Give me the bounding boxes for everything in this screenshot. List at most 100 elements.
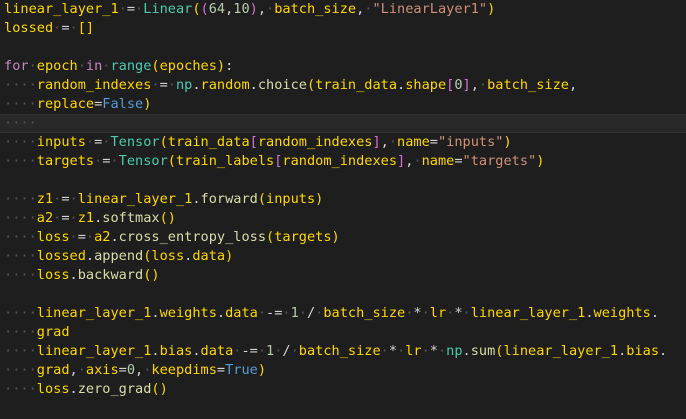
code-token: loss	[36, 229, 70, 245]
code-line[interactable]: ····a2·=·z1.softmax()	[0, 209, 686, 228]
code-line[interactable]: ····grad,·axis=0,·keepdims=True)	[0, 361, 686, 380]
code-token: :	[225, 58, 234, 74]
code-token: append	[94, 248, 144, 264]
code-line[interactable]: ····grad	[0, 323, 686, 342]
code-token: =	[429, 134, 438, 150]
code-token: ····	[4, 229, 37, 245]
code-token: .	[650, 305, 659, 321]
code-token: ,	[568, 77, 578, 93]
code-token: sum	[470, 343, 496, 359]
code-token: .	[69, 381, 78, 397]
code-token: ····	[4, 210, 37, 226]
code-token: .	[249, 77, 258, 93]
code-line[interactable]: ····linear_layer_1.bias.data·-=·1·/·batc…	[0, 342, 686, 361]
code-token: ····	[4, 77, 37, 93]
code-token: Tensor	[118, 153, 168, 169]
code-token: "LinearLayer1"	[372, 1, 488, 17]
code-token: 64	[208, 1, 226, 17]
code-token: )	[487, 1, 496, 17]
code-token: .	[192, 77, 201, 93]
code-line[interactable]: ····loss.zero_grad()	[0, 380, 686, 399]
code-token: batch_size	[323, 305, 406, 321]
code-token: .	[192, 191, 201, 207]
code-token: )	[257, 362, 266, 378]
code-token: ()	[143, 267, 160, 283]
code-line[interactable]	[0, 285, 686, 304]
code-line[interactable]: ····z1·=·linear_layer_1.forward(inputs)	[0, 190, 686, 209]
code-token: =	[118, 362, 127, 378]
code-token: 1	[266, 343, 275, 359]
code-token: ····	[4, 267, 37, 283]
code-token: ·	[28, 58, 37, 74]
code-token: ,·	[257, 1, 275, 17]
code-token: )	[249, 1, 258, 17]
code-token: ,·	[135, 362, 152, 378]
code-token: z1	[77, 210, 95, 226]
code-token: ·/·	[298, 305, 324, 321]
code-token: ·/·	[274, 343, 299, 359]
code-line[interactable]: ····inputs·=·Tensor(train_data[random_in…	[0, 133, 686, 152]
code-token: lr	[429, 305, 447, 321]
code-token: ·*·	[421, 343, 447, 359]
code-token: linear_layer_1	[4, 1, 119, 17]
code-token: name	[397, 134, 430, 150]
code-token: targets	[36, 153, 95, 169]
code-token: )	[315, 191, 324, 207]
code-token: ,·	[69, 362, 86, 378]
code-token: batch_size	[274, 1, 357, 17]
code-token: ·=·	[85, 134, 111, 150]
code-token: ····	[4, 96, 37, 112]
code-token: ····	[4, 134, 37, 150]
code-token: random_indexes	[257, 134, 373, 150]
code-line[interactable]: for·epoch·in·range(epoches):	[0, 57, 686, 76]
code-line[interactable]: ····linear_layer_1.weights.data·-=·1·/·b…	[0, 304, 686, 323]
code-line[interactable]	[0, 171, 686, 190]
code-token: False	[102, 96, 144, 112]
code-token: )	[225, 248, 234, 264]
code-token: axis	[85, 362, 119, 378]
code-token: .	[151, 343, 160, 359]
code-token: ····	[4, 381, 37, 397]
code-token: ·-=·	[233, 343, 266, 359]
code-token: ····	[4, 115, 37, 131]
code-token: bias	[159, 343, 193, 359]
code-token: ····	[4, 343, 37, 359]
code-token: shape	[405, 77, 447, 93]
code-token: linear_layer_1	[77, 191, 193, 207]
code-line[interactable]: ····replace=False)	[0, 95, 686, 114]
code-token: linear_layer_1	[36, 343, 152, 359]
code-token: ·*·	[446, 305, 471, 321]
code-token: train_labels	[175, 153, 275, 169]
code-token: ·-=·	[257, 305, 291, 321]
code-line[interactable]: ····loss.backward()	[0, 266, 686, 285]
code-token: a2	[36, 210, 54, 226]
code-token: random_indexes	[282, 153, 397, 169]
code-token: (	[306, 77, 316, 93]
code-token: np	[446, 343, 463, 359]
code-line[interactable]: ····random_indexes·=·np.random.choice(tr…	[0, 76, 686, 95]
code-line[interactable]: ····targets·=·Tensor(train_labels[random…	[0, 152, 686, 171]
code-token: random_indexes	[36, 77, 152, 93]
code-line[interactable]: lossed·=·[]	[0, 19, 686, 38]
code-token: ·*·	[405, 305, 430, 321]
code-token: )	[331, 229, 340, 245]
code-token: ,·	[380, 134, 397, 150]
code-token: ]	[397, 153, 406, 169]
code-token: data	[192, 248, 226, 264]
code-token: batch_size	[298, 343, 381, 359]
code-token: data	[225, 305, 258, 321]
code-token: z1	[36, 191, 54, 207]
code-line[interactable]: ····loss·=·a2.cross_entropy_loss(targets…	[0, 228, 686, 247]
code-token: bias	[626, 343, 659, 359]
code-token: backward	[77, 267, 144, 283]
code-token: True	[225, 362, 258, 378]
code-token: .	[216, 305, 226, 321]
code-line[interactable]	[0, 38, 686, 57]
code-line[interactable]: ····	[0, 114, 686, 133]
code-editor[interactable]: linear_layer_1·=·Linear((64,10),·batch_s…	[0, 0, 686, 419]
code-line[interactable]: linear_layer_1·=·Linear((64,10),·batch_s…	[0, 0, 686, 19]
code-token: (	[167, 153, 176, 169]
code-token: train_data	[167, 134, 250, 150]
code-token: loss	[36, 267, 70, 283]
code-line[interactable]: ····lossed.append(loss.data)	[0, 247, 686, 266]
